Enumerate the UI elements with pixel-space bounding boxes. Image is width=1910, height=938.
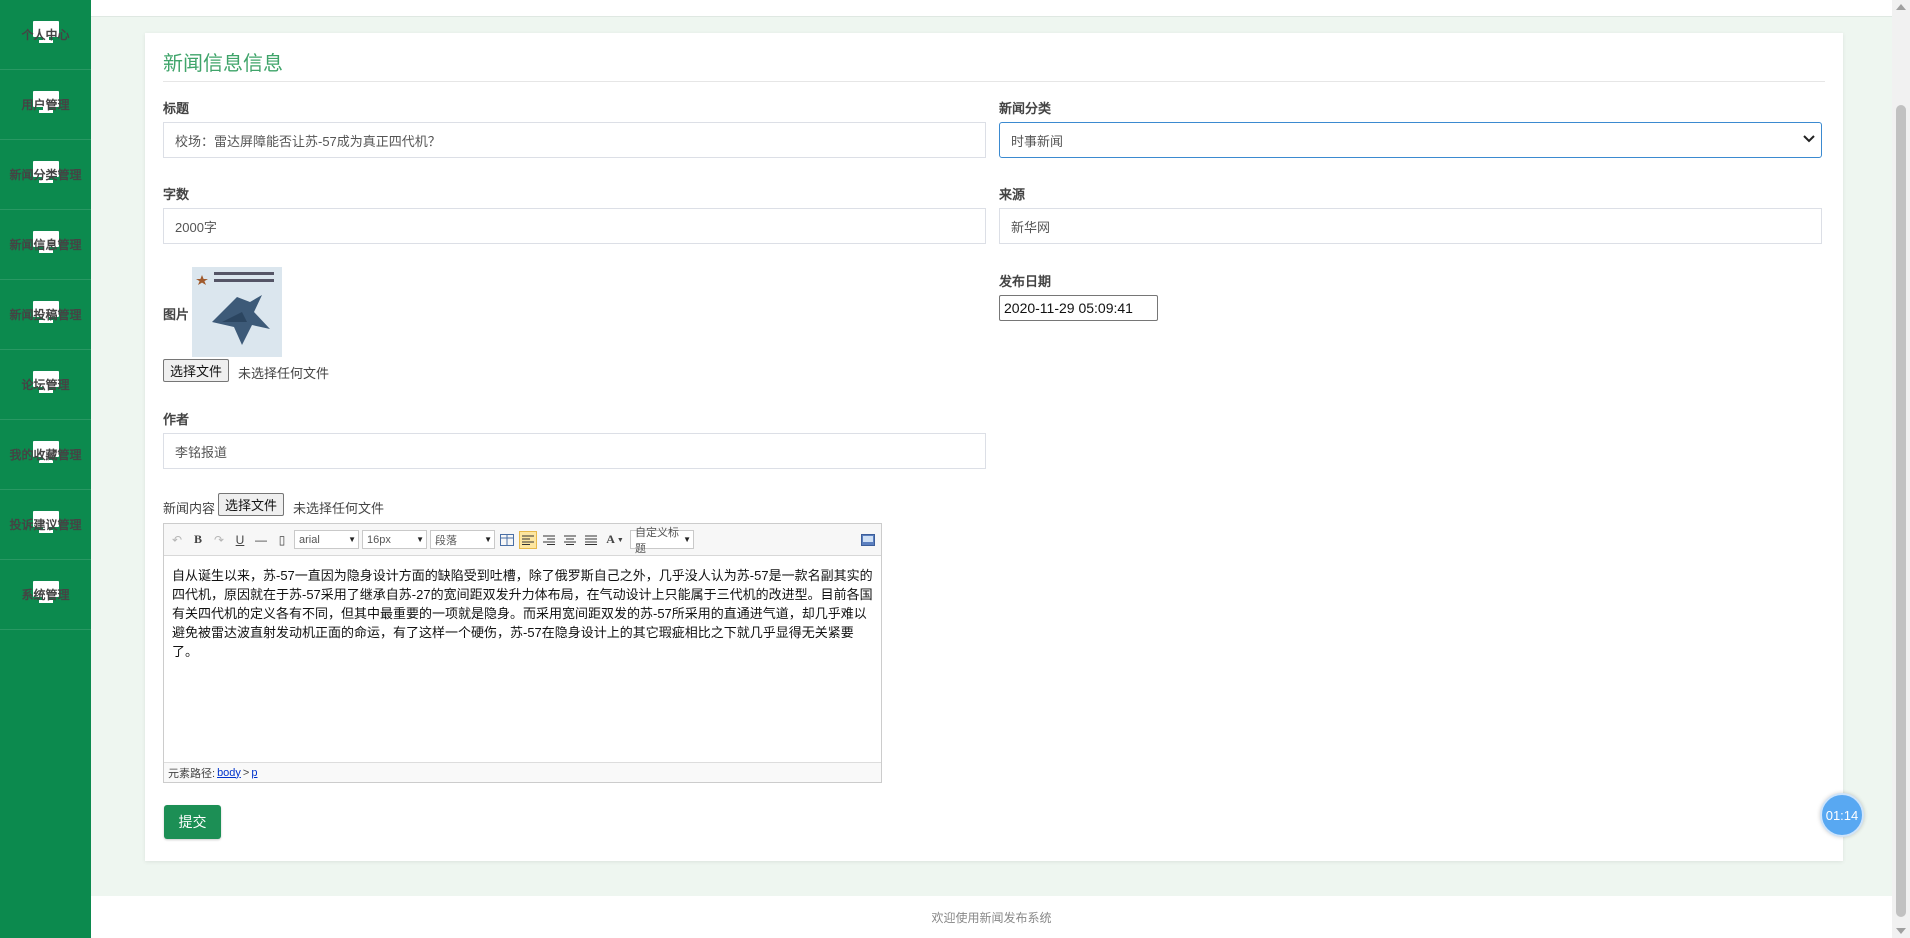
fullscreen-icon[interactable]	[859, 531, 877, 549]
editor-path-bar: 元素路径: body > p	[164, 762, 881, 782]
image-preview	[192, 267, 282, 357]
font-color-icon[interactable]: A ▼	[603, 531, 627, 549]
sidebar-item-7[interactable]: 投诉建议管理	[0, 490, 91, 560]
path-separator: >	[242, 766, 250, 779]
sidebar-item-label: 个人中心	[21, 28, 70, 42]
font-family-select[interactable]: arial ▼	[294, 530, 359, 549]
scroll-up-icon[interactable]	[1896, 4, 1906, 10]
editor-toolbar: ↶ B ↷ U — ▯ arial ▼ 16px ▼ 段落 ▼ A ▼ 自定义标…	[164, 524, 881, 556]
image-file-status: 未选择任何文件	[238, 366, 330, 381]
sidebar-item-label: 我的收藏管理	[9, 448, 82, 462]
undo-icon[interactable]: ↶	[168, 531, 186, 549]
sidebar-item-4[interactable]: 新闻投稿管理	[0, 280, 91, 350]
editor-content[interactable]: 自从诞生以来，苏-57一直因为隐身设计方面的缺陷受到吐槽，除了俄罗斯自己之外，几…	[164, 556, 881, 746]
source-input[interactable]: 新华网	[999, 208, 1822, 244]
scroll-down-icon[interactable]	[1896, 928, 1906, 934]
source-label: 来源	[999, 187, 1026, 202]
align-left-icon[interactable]	[519, 530, 537, 549]
path-body-link[interactable]: body	[217, 767, 241, 779]
horizontal-rule-icon[interactable]: —	[252, 531, 270, 549]
top-strip	[91, 0, 1892, 17]
headline-input[interactable]: 校场：雷达屏障能否让苏-57成为真正四代机？	[163, 122, 986, 158]
align-justify-icon[interactable]	[582, 531, 600, 549]
font-family-value: arial	[299, 533, 320, 546]
form-card: 新闻信息信息 标题 校场：雷达屏障能否让苏-57成为真正四代机？ 新闻分类 时事…	[145, 33, 1843, 861]
element-path-label: 元素路径:	[168, 767, 216, 780]
sidebar-item-label: 论坛管理	[21, 378, 70, 392]
timer-badge[interactable]: 01:14	[1820, 793, 1864, 837]
wordcount-label: 字数	[163, 187, 190, 202]
category-label: 新闻分类	[999, 101, 1052, 116]
underline-icon[interactable]: U	[231, 531, 249, 549]
sidebar-item-3[interactable]: 新闻信息管理	[0, 210, 91, 280]
pubdate-input[interactable]: 2020-11-29 05:09:41	[999, 295, 1158, 321]
category-select[interactable]: 时事新闻	[999, 122, 1822, 158]
footer-text: 欢迎使用新闻发布系统	[931, 910, 1052, 925]
sidebar-item-label: 用户管理	[21, 98, 70, 112]
headline-label: 标题	[163, 101, 190, 116]
author-label: 作者	[163, 412, 190, 427]
align-right-icon[interactable]	[540, 531, 558, 549]
content-label: 新闻内容	[163, 501, 216, 516]
path-p-link[interactable]: p	[251, 767, 257, 779]
sidebar-item-5[interactable]: 论坛管理	[0, 350, 91, 420]
scroll-thumb[interactable]	[1896, 105, 1906, 917]
page-scrollbar[interactable]	[1892, 0, 1910, 938]
wordcount-input[interactable]: 2000字	[163, 208, 986, 244]
rich-text-editor[interactable]: ↶ B ↷ U — ▯ arial ▼ 16px ▼ 段落 ▼ A ▼ 自定义标…	[163, 523, 882, 783]
sidebar-item-1[interactable]: 用户管理	[0, 70, 91, 140]
footer: 欢迎使用新闻发布系统	[91, 896, 1892, 938]
paragraph-value: 段落	[435, 534, 457, 547]
sidebar-item-8[interactable]: 系统管理	[0, 560, 91, 630]
sidebar-item-label: 系统管理	[21, 588, 70, 602]
table-icon[interactable]	[498, 531, 516, 549]
content-file-button[interactable]: 选择文件	[218, 493, 285, 516]
content-file-status: 未选择任何文件	[293, 501, 385, 516]
submit-button[interactable]: 提交	[164, 805, 221, 839]
custom-title-value: 自定义标题	[635, 526, 679, 555]
author-input[interactable]: 李铭报道	[163, 433, 986, 469]
sidebar-item-label: 投诉建议管理	[9, 518, 82, 532]
sidebar-item-2[interactable]: 新闻分类管理	[0, 140, 91, 210]
pubdate-label: 发布日期	[999, 274, 1052, 289]
chevron-down-icon	[1803, 134, 1815, 146]
paragraph-select[interactable]: 段落 ▼	[430, 530, 495, 549]
sidebar-item-0[interactable]: 个人中心	[0, 0, 91, 70]
sidebar: 个人中心用户管理新闻分类管理 新闻信息管理 新闻投稿管理 论坛管理我的收藏管理 投诉建议…	[0, 0, 91, 938]
category-value: 时事新闻	[1011, 133, 1064, 149]
page-title: 新闻信息信息	[163, 53, 283, 75]
image-file-button[interactable]: 选择文件	[163, 359, 230, 382]
custom-title-select[interactable]: 自定义标题 ▼	[630, 527, 694, 555]
font-size-value: 16px	[367, 533, 391, 546]
bold-icon[interactable]: B	[189, 531, 207, 549]
title-divider	[163, 81, 1825, 82]
sidebar-item-label: 新闻分类管理	[9, 168, 82, 182]
sidebar-item-6[interactable]: 我的收藏管理	[0, 420, 91, 490]
redo-icon[interactable]: ↷	[210, 531, 228, 549]
paste-icon[interactable]: ▯	[273, 531, 291, 549]
align-center-icon[interactable]	[561, 531, 579, 549]
font-size-select[interactable]: 16px ▼	[362, 530, 427, 549]
sidebar-item-label: 新闻信息管理	[9, 238, 82, 252]
sidebar-item-label: 新闻投稿管理	[9, 308, 82, 322]
image-label: 图片	[163, 307, 190, 322]
